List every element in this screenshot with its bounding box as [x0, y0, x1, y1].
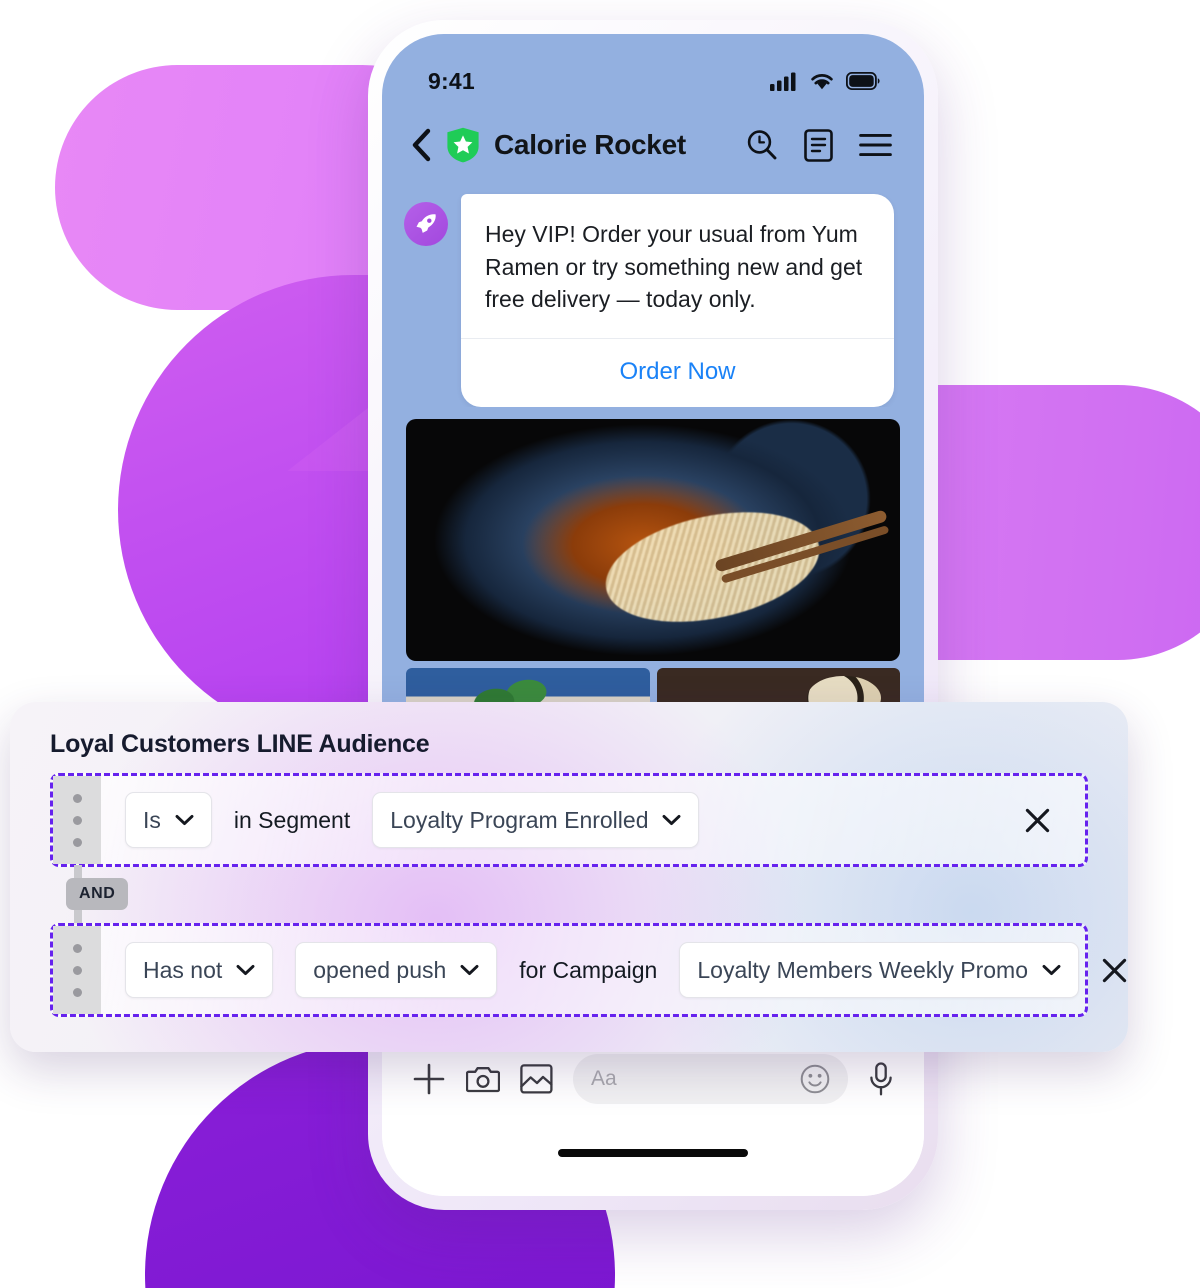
drag-dot — [72, 837, 82, 847]
chevron-down-icon — [460, 964, 479, 976]
and-operator-chip[interactable]: AND — [66, 878, 129, 910]
hamburger-menu-icon — [859, 133, 892, 157]
ramen-bowl-photo[interactable] — [406, 418, 900, 661]
search-history-button[interactable] — [746, 129, 778, 161]
close-icon — [1025, 808, 1050, 832]
message-input[interactable]: Aa — [573, 1054, 848, 1104]
condition-operator-value-1: Is — [143, 806, 161, 833]
condition-row-2[interactable]: Has not opened push for Campaign Loyalty… — [50, 923, 1127, 1017]
chevron-down-icon — [663, 814, 681, 826]
chat-nav-bar: Calorie Rocket — [382, 106, 924, 184]
condition-event-value-2: opened push — [313, 956, 447, 983]
drag-dot — [72, 987, 82, 997]
screenshot-root: 9:41 Calorie Rocket Hey VIP! Order your … — [0, 0, 1200, 1288]
close-icon — [1102, 958, 1127, 982]
condition-label-1: in Segment — [233, 806, 351, 833]
wifi-icon — [811, 73, 833, 89]
logic-connector: AND — [50, 865, 1106, 925]
condition-value-select-1[interactable]: Loyalty Program Enrolled — [372, 792, 700, 848]
chevron-down-icon — [175, 814, 194, 826]
chevron-left-icon — [412, 128, 431, 162]
message-text: Hey VIP! Order your usual from Yum Ramen… — [485, 221, 863, 313]
rocket-icon — [416, 214, 436, 233]
condition-row-1-content: Is in Segment Loyalty Program Enrolled — [101, 792, 1085, 848]
condition-value-2: Loyalty Members Weekly Promo — [697, 956, 1028, 983]
decorative-pill-shape-right — [925, 385, 1200, 660]
add-attachment-button[interactable] — [412, 1062, 446, 1096]
audience-builder-panel: Loyal Customers LINE Audience Is in Segm… — [10, 702, 1128, 1052]
remove-condition-button-1[interactable] — [1024, 807, 1051, 834]
condition-value-select-2[interactable]: Loyalty Members Weekly Promo — [679, 942, 1079, 998]
condition-operator-select-2[interactable]: Has not — [125, 942, 274, 998]
drag-handle[interactable] — [53, 926, 101, 1014]
battery-icon — [846, 72, 880, 90]
drag-dot — [72, 793, 82, 803]
avatar — [404, 202, 448, 246]
condition-row-1[interactable]: Is in Segment Loyalty Program Enrolled — [50, 773, 1088, 867]
cellular-signal-icon — [770, 72, 796, 91]
menu-button[interactable] — [859, 133, 892, 157]
order-now-button[interactable]: Order Now — [461, 337, 894, 407]
status-icons — [770, 72, 880, 91]
camera-icon — [466, 1067, 500, 1093]
voice-message-button[interactable] — [868, 1062, 894, 1096]
condition-event-select-2[interactable]: opened push — [295, 942, 498, 998]
photo-library-button[interactable] — [520, 1064, 553, 1094]
condition-operator-select-1[interactable]: Is — [125, 792, 212, 848]
camera-button[interactable] — [466, 1064, 500, 1094]
chat-message-group: Hey VIP! Order your usual from Yum Ramen… — [382, 184, 924, 407]
photo-icon — [520, 1064, 553, 1094]
drag-handle[interactable] — [53, 776, 101, 864]
smiley-icon — [800, 1064, 830, 1094]
condition-row-2-content: Has not opened push for Campaign Loyalty… — [101, 942, 1128, 998]
message-input-placeholder: Aa — [591, 1067, 617, 1090]
home-indicator-area — [382, 1110, 924, 1196]
shield-star-icon — [447, 127, 479, 163]
status-bar: 9:41 — [382, 34, 924, 106]
remove-condition-button-2[interactable] — [1101, 957, 1128, 984]
chat-title: Calorie Rocket — [494, 129, 686, 160]
message-bubble: Hey VIP! Order your usual from Yum Ramen… — [461, 194, 894, 407]
chat-nav-actions — [746, 128, 892, 162]
chevron-down-icon — [1042, 964, 1061, 976]
emoji-button[interactable] — [800, 1064, 830, 1094]
document-button[interactable] — [804, 128, 833, 162]
drag-dot — [72, 965, 82, 975]
condition-operator-value-2: Has not — [143, 956, 223, 983]
microphone-icon — [870, 1062, 892, 1096]
plus-icon — [413, 1063, 445, 1095]
drag-dot — [72, 815, 82, 825]
condition-label-2: for Campaign — [519, 956, 658, 983]
chevron-down-icon — [236, 964, 255, 976]
drag-dot — [72, 943, 82, 953]
status-time: 9:41 — [428, 67, 475, 94]
home-indicator[interactable] — [558, 1149, 748, 1157]
search-history-icon — [747, 130, 777, 160]
condition-value-1: Loyalty Program Enrolled — [390, 806, 649, 833]
page-title: Loyal Customers LINE Audience — [50, 730, 430, 758]
back-button[interactable] — [410, 128, 432, 162]
document-icon — [804, 128, 833, 162]
